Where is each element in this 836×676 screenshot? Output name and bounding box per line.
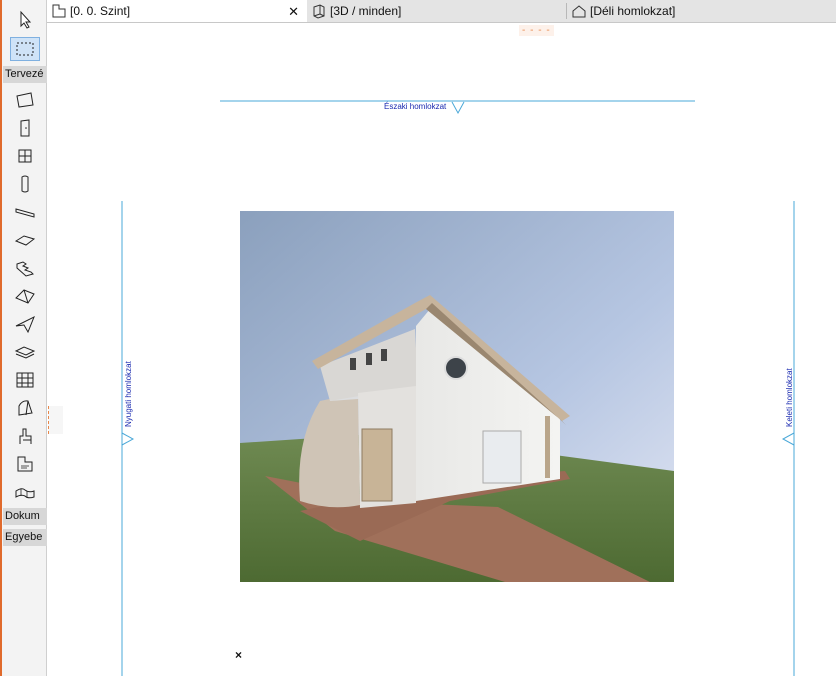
west-elevation-label[interactable]: Nyugati homlokzat: [124, 361, 133, 427]
west-elevation-arrow: [121, 432, 135, 446]
arrow-tool-icon[interactable]: [10, 8, 40, 32]
close-tab-icon[interactable]: ✕: [288, 4, 299, 20]
elevation-house-icon: [572, 5, 586, 18]
view-tab-bar: [0. 0. Szint] ✕ [3D / minden] [Déli homl…: [47, 0, 836, 23]
east-elevation-label[interactable]: Keleti homlokzat: [785, 368, 794, 427]
tab-floor-plan[interactable]: [0. 0. Szint] ✕: [47, 0, 307, 22]
toolbox: Tervezé Dokum Egyebe: [0, 0, 47, 676]
section-tab-design[interactable]: Tervezé: [3, 66, 47, 83]
section-tab-more[interactable]: Egyebe: [3, 529, 47, 546]
floor-plan-canvas[interactable]: - - - - Északi homlokzat Nyugati homlokz…: [48, 23, 836, 676]
house-render-image[interactable]: [240, 211, 674, 582]
zone-tool-icon[interactable]: [10, 452, 40, 476]
curtain-wall-tool-icon[interactable]: [10, 368, 40, 392]
object-tool-icon[interactable]: [10, 424, 40, 448]
floor-plan-icon: [52, 4, 66, 18]
3d-view-icon: [313, 4, 325, 19]
window-tool-icon[interactable]: [10, 144, 40, 168]
mesh-tool-icon[interactable]: [10, 340, 40, 364]
tab-3d-view[interactable]: [3D / minden]: [307, 0, 567, 22]
tab-label: [Déli homlokzat]: [590, 4, 676, 18]
east-elevation-arrow: [781, 432, 795, 446]
tab-label: [3D / minden]: [330, 4, 402, 18]
roof-tool-icon[interactable]: [10, 284, 40, 308]
column-tool-icon[interactable]: [10, 172, 40, 196]
north-elevation-arrow: [451, 101, 465, 115]
terrain-mesh-tool-icon[interactable]: [10, 480, 40, 504]
tab-label: [0. 0. Szint]: [70, 4, 131, 18]
shell-tool-icon[interactable]: [10, 312, 40, 336]
beam-tool-icon[interactable]: [10, 200, 40, 224]
stair-tool-icon[interactable]: [10, 256, 40, 280]
origin-mark-icon[interactable]: ×: [235, 648, 242, 662]
north-elevation-label[interactable]: Északi homlokzat: [384, 102, 446, 111]
door-tool-icon[interactable]: [10, 116, 40, 140]
morph-tool-icon[interactable]: [10, 396, 40, 420]
slab-tool-icon[interactable]: [10, 228, 40, 252]
marquee-tool-icon[interactable]: [10, 37, 40, 61]
tab-south-elevation[interactable]: [Déli homlokzat]: [567, 0, 836, 22]
section-tab-document[interactable]: Dokum: [3, 508, 47, 525]
wall-tool-icon[interactable]: [10, 88, 40, 112]
